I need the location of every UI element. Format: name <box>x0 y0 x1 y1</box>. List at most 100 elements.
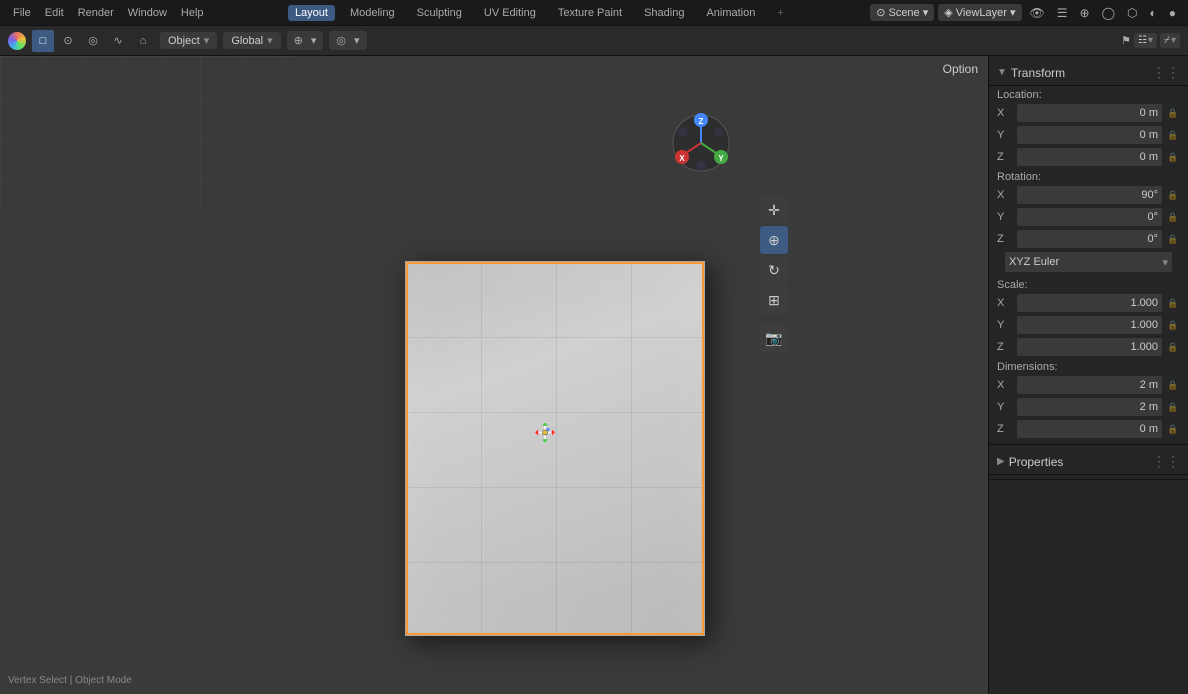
euler-dropdown-container: XYZ Euler ▾ <box>997 252 1180 272</box>
dimensions-label: Dimensions: <box>989 358 1188 374</box>
dimensions-y-field[interactable]: 2 m <box>1017 398 1162 416</box>
location-x-lock[interactable]: 🔒 <box>1166 106 1180 120</box>
scale-x-row: X 1.000 🔒 <box>989 292 1188 314</box>
scale-x-field[interactable]: 1.000 <box>1017 294 1162 312</box>
rot-y-label: Y <box>997 211 1013 223</box>
menu-render[interactable]: Render <box>73 5 119 21</box>
snap-icon[interactable]: ⊕ <box>291 33 306 48</box>
workspace-shading[interactable]: Shading <box>637 5 691 21</box>
location-z-row: Z 0 m 🔒 <box>989 146 1188 168</box>
top-icon-3[interactable]: ⊕ <box>1076 4 1094 22</box>
transform-title-text: Transform <box>1011 66 1065 80</box>
svg-text:Z: Z <box>699 117 704 126</box>
scale-y-lock[interactable]: 🔒 <box>1166 318 1180 332</box>
proportional-dropdown[interactable]: ▾ <box>351 33 363 48</box>
rotation-y-field[interactable]: 0° <box>1017 208 1162 226</box>
top-icon-2[interactable]: ☰ <box>1053 4 1072 22</box>
object-mode-arrow: ▾ <box>204 34 210 47</box>
tool-camera[interactable]: 📷 <box>760 324 788 352</box>
option-label[interactable]: Option <box>937 60 984 78</box>
properties-menu-btn[interactable]: ⋮⋮ <box>1152 453 1180 470</box>
transform-cursor <box>534 422 556 447</box>
dim-x-row: X 2 m 🔒 <box>989 374 1188 396</box>
global-dropdown[interactable]: Global ▾ <box>223 32 280 49</box>
workspace-plus[interactable]: + <box>770 5 790 21</box>
top-icon-7[interactable]: ● <box>1165 4 1180 22</box>
location-y-field[interactable]: 0 m <box>1017 126 1162 144</box>
view-layer-selector[interactable]: ◈ ViewLayer ▾ <box>938 4 1021 21</box>
workspace-layout[interactable]: Layout <box>288 5 335 21</box>
scene-selector[interactable]: ⊙ Scene ▾ <box>870 4 934 21</box>
viewport[interactable]: Z X Y ✛ ⊕ ↻ <box>0 56 988 694</box>
pin-icon[interactable]: ⚑ <box>1121 34 1131 47</box>
workspace-texture[interactable]: Texture Paint <box>551 5 629 21</box>
properties-title-text: Properties <box>1009 455 1064 469</box>
location-label: Location: <box>989 86 1188 102</box>
menu-help[interactable]: Help <box>176 5 209 21</box>
snap-dropdown[interactable]: ▾ <box>308 33 320 48</box>
tool-move[interactable]: ⊕ <box>760 226 788 254</box>
vp-icon-material[interactable]: ◎ <box>82 30 104 52</box>
workspace-animation[interactable]: Animation <box>699 5 762 21</box>
dimensions-x-field[interactable]: 2 m <box>1017 376 1162 394</box>
top-icon-4[interactable]: ◯ <box>1098 4 1119 22</box>
menu-edit[interactable]: Edit <box>40 5 69 21</box>
properties-header: ▶ Properties ⋮⋮ <box>989 449 1188 475</box>
dimensions-z-field[interactable]: 0 m <box>1017 420 1162 438</box>
proportional-icon[interactable]: ◎ <box>333 33 349 48</box>
rotation-x-lock[interactable]: 🔒 <box>1166 188 1180 202</box>
transform-title-btn[interactable]: ▼ Transform <box>997 66 1065 80</box>
location-z-field[interactable]: 0 m <box>1017 148 1162 166</box>
location-z-lock[interactable]: 🔒 <box>1166 150 1180 164</box>
scale-x-lock[interactable]: 🔒 <box>1166 296 1180 310</box>
vp-icon-node[interactable]: ⌂ <box>132 30 154 52</box>
scale-z-row: Z 1.000 🔒 <box>989 336 1188 358</box>
top-icon-6[interactable]: ◐ <box>1146 4 1161 22</box>
loc-z-label: Z <box>997 151 1013 163</box>
rotation-z-lock[interactable]: 🔒 <box>1166 232 1180 246</box>
location-x-field[interactable]: 0 m <box>1017 104 1162 122</box>
dim-z-row: Z 0 m 🔒 <box>989 418 1188 440</box>
location-y-lock[interactable]: 🔒 <box>1166 128 1180 142</box>
top-bar: File Edit Render Window Help Layout Mode… <box>0 0 1188 26</box>
tool-cursor[interactable]: ✛ <box>760 196 788 224</box>
top-icon-1[interactable]: 👁 <box>1026 4 1049 22</box>
filter-icon[interactable]: ⌿▾ <box>1160 33 1180 48</box>
snap-group: ⊕ ▾ <box>287 31 324 50</box>
menu-file[interactable]: File <box>8 5 36 21</box>
dim-x-lock[interactable]: 🔒 <box>1166 378 1180 392</box>
scale-z-lock[interactable]: 🔒 <box>1166 340 1180 354</box>
workspace-modeling[interactable]: Modeling <box>343 5 402 21</box>
scale-y-field[interactable]: 1.000 <box>1017 316 1162 334</box>
rotation-y-lock[interactable]: 🔒 <box>1166 210 1180 224</box>
dim-z-label: Z <box>997 423 1013 435</box>
tool-scale[interactable]: ⊞ <box>760 286 788 314</box>
color-sphere-icon[interactable] <box>8 32 26 50</box>
vp-icon-texture[interactable]: ∿ <box>107 30 129 52</box>
workspace-uv[interactable]: UV Editing <box>477 5 543 21</box>
properties-section: ▶ Properties ⋮⋮ <box>989 445 1188 480</box>
vp-icon-render[interactable]: ⊙ <box>57 30 79 52</box>
rotation-x-field[interactable]: 90° <box>1017 186 1162 204</box>
euler-mode-dropdown[interactable]: XYZ Euler ▾ <box>1005 252 1172 272</box>
scale-z-field[interactable]: 1.000 <box>1017 338 1162 356</box>
rotation-group: Rotation: X 90° 🔒 Y 0° 🔒 <box>989 168 1188 272</box>
navigation-gizmo[interactable]: Z X Y <box>669 111 733 175</box>
dimensions-group: Dimensions: X 2 m 🔒 Y 2 m 🔒 <box>989 358 1188 440</box>
viewport-toolbar-row: □ ⊙ ◎ ∿ ⌂ Object ▾ Global ▾ ⊕ ▾ ◎ ▾ ⚑ <box>0 26 1188 56</box>
dim-y-lock[interactable]: 🔒 <box>1166 400 1180 414</box>
object-mode-dropdown[interactable]: Object ▾ <box>160 32 217 49</box>
transform-menu-btn[interactable]: ⋮⋮ <box>1152 64 1180 81</box>
vp-icon-mesh[interactable]: □ <box>32 30 54 52</box>
rotation-z-field[interactable]: 0° <box>1017 230 1162 248</box>
dim-z-lock[interactable]: 🔒 <box>1166 422 1180 436</box>
rotation-y-row: Y 0° 🔒 <box>989 206 1188 228</box>
overlay-icon[interactable]: ☷▾ <box>1134 33 1157 48</box>
properties-panel: ▼ Transform ⋮⋮ Location: X 0 m 🔒 <box>988 56 1188 694</box>
dim-x-label: X <box>997 379 1013 391</box>
top-icon-5[interactable]: ⬡ <box>1123 4 1141 22</box>
properties-title-btn[interactable]: ▶ Properties <box>997 455 1063 469</box>
menu-window[interactable]: Window <box>123 5 172 21</box>
workspace-sculpting[interactable]: Sculpting <box>410 5 469 21</box>
tool-rotate[interactable]: ↻ <box>760 256 788 284</box>
